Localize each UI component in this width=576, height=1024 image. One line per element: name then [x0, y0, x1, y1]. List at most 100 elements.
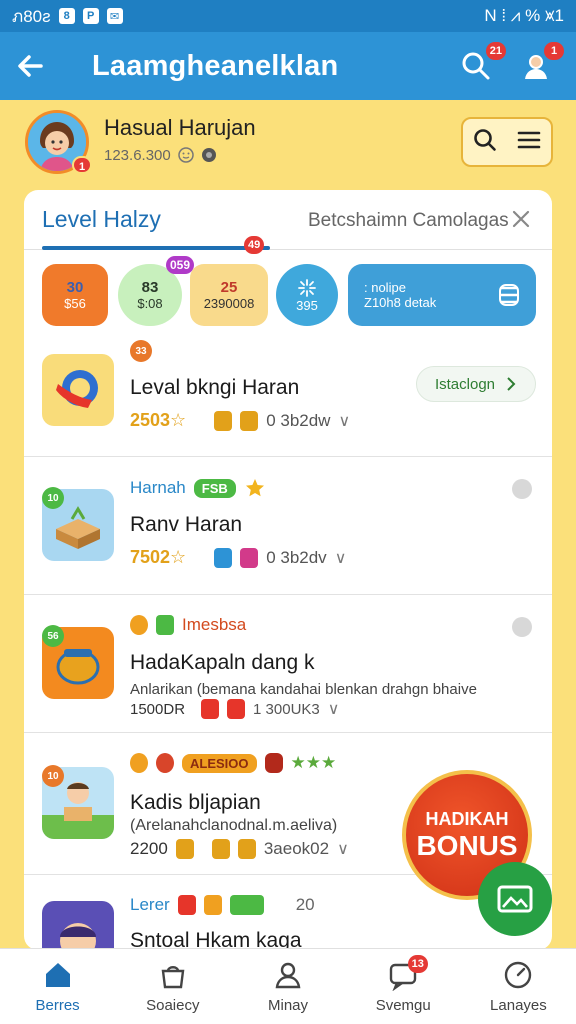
- tab-close-button[interactable]: [510, 208, 532, 235]
- list-item-1[interactable]: 33 Leval bkngi Haran 2503☆ 0 3b2dw ∨ Ist…: [24, 340, 552, 456]
- chip-details[interactable]: : nolipe Z10h8 detak: [348, 264, 536, 326]
- search-badge: 21: [485, 42, 506, 60]
- photo-fab-button[interactable]: [478, 862, 552, 936]
- list-item-1-title: Leval bkngi Haran: [130, 376, 300, 399]
- chip-1-value: 30: [66, 279, 84, 296]
- nav-home-label: Berres: [35, 997, 80, 1014]
- bottom-nav: Berres Soaiecy Minay 13 Svemgu Lanayes: [0, 948, 576, 1024]
- status-mail-icon: ✉: [106, 8, 123, 24]
- chip-3[interactable]: 25 2390008: [190, 264, 268, 326]
- status-bar: ภ80ƨ 8 P ✉ N ⁞ ⩘ % ⩙1: [0, 0, 576, 32]
- bonus-line-2: BONUS: [416, 829, 518, 861]
- list-item-1-thumb: [42, 354, 114, 426]
- tab-underline: [42, 246, 270, 250]
- tab-bar: Level Halzy 49 Betcshaimn Camolagas: [24, 190, 552, 254]
- profile-badge: 1: [544, 42, 564, 60]
- chevron-down-icon[interactable]: ∨: [335, 548, 347, 568]
- list-item-1-score: 2503☆: [130, 410, 187, 430]
- profile-name: Hasual Harujan: [104, 115, 256, 140]
- nav-messages[interactable]: 13 Svemgu: [346, 949, 461, 1024]
- tag-icon: [177, 895, 196, 915]
- page-title: Laamgheanelklan: [92, 49, 339, 82]
- nav-stats-label: Lanayes: [490, 997, 547, 1014]
- list-item-3-badge: 56: [42, 625, 64, 647]
- profile-search-button[interactable]: [472, 127, 498, 158]
- tag-icon: [227, 699, 246, 719]
- search-icon: [474, 128, 496, 151]
- list-item-3[interactable]: 56 Imesbsa HadaKapaln dang k Anlarikan (…: [24, 594, 552, 732]
- list-item-2-radio[interactable]: [512, 479, 532, 499]
- list-item-3-description: Anlarikan (bemana kandahai blenkan drahg…: [130, 681, 477, 698]
- list-item-2-score: 7502☆: [130, 547, 187, 567]
- bonus-line-1: HADIKAH: [425, 808, 509, 829]
- chip-3-sub: 2390008: [203, 296, 255, 311]
- search-button[interactable]: 21: [458, 42, 506, 84]
- app-bar: Laamgheanelklan 21 1: [0, 32, 576, 100]
- jar-icon: [264, 753, 283, 773]
- sparkle-icon: [298, 278, 316, 297]
- list-item-1-badge: 33: [130, 340, 152, 362]
- star-icon: [245, 479, 264, 497]
- list-item-4-description: (Arelanahclanodnal.m.aeliva): [130, 817, 338, 834]
- list-item-4-pill: ALESIOO: [182, 753, 257, 773]
- tab-campaigns[interactable]: Betcshaimn Camolagas: [308, 210, 509, 232]
- nav-stats[interactable]: Lanayes: [461, 949, 576, 1024]
- chip-1[interactable]: 30 $56: [42, 264, 108, 326]
- chevron-down-icon[interactable]: ∨: [337, 839, 349, 859]
- list-item-2-badge: 10: [42, 487, 64, 509]
- smile-icon: [177, 147, 194, 163]
- tab-level[interactable]: Level Halzy: [42, 206, 161, 233]
- chevron-right-icon: [507, 377, 516, 391]
- status-time: ภ80ƨ: [12, 6, 51, 26]
- list-item-3-radio[interactable]: [512, 617, 532, 637]
- trophy-icon: [240, 410, 259, 431]
- bag-icon: [161, 966, 185, 989]
- list-item-1-action-label: Istaclogn: [434, 375, 496, 393]
- profile-tools: [461, 117, 553, 167]
- tab-badge: 49: [244, 236, 265, 254]
- nav-home[interactable]: Berres: [0, 949, 115, 1024]
- medal-icon: [130, 615, 148, 635]
- trophy-icon: [211, 839, 230, 859]
- rating-stars-icon: ★★★: [290, 753, 337, 772]
- trophy-icon: [237, 839, 256, 859]
- status-parking-icon: P: [82, 8, 99, 24]
- gift-icon: [240, 547, 259, 568]
- star-icon: [203, 895, 222, 915]
- chip-2-value: 83: [141, 279, 159, 296]
- list-item-4-badge: 10: [42, 765, 64, 787]
- list-item-1-stat: 0 3b2dw: [266, 410, 331, 430]
- list-item-3-score: 1500DR: [130, 700, 186, 718]
- list-item-3-title: HadaKapaln dang k: [130, 651, 315, 674]
- list-item-3-tag: Imesbsa: [182, 615, 247, 634]
- chevron-down-icon[interactable]: ∨: [338, 411, 350, 431]
- coin-icon: [201, 148, 216, 162]
- nav-money[interactable]: Minay: [230, 949, 345, 1024]
- nav-money-label: Minay: [268, 997, 309, 1014]
- list-item-1-action-button[interactable]: Istaclogn: [416, 366, 536, 402]
- back-button[interactable]: [0, 50, 60, 82]
- chip-4[interactable]: 395: [276, 264, 338, 326]
- chip-2-badge: 059: [166, 256, 195, 274]
- close-icon: [512, 210, 530, 228]
- menu-button[interactable]: [516, 127, 542, 158]
- nav-society-label: Soaiecy: [146, 997, 200, 1014]
- nav-society[interactable]: Soaiecy: [115, 949, 230, 1024]
- list-item-4-title: Kadis bljapian: [130, 791, 261, 814]
- list-item-4-score: 2200: [130, 839, 168, 858]
- chip-4-sub: 395: [296, 297, 318, 313]
- trophy-icon: [175, 839, 194, 859]
- status-notification-icon: 8: [58, 8, 75, 24]
- game-icon: [56, 370, 98, 408]
- medal-icon: [130, 753, 148, 773]
- list-item-5-tag: Lerer: [130, 895, 170, 914]
- chip-1-sub: $56: [64, 296, 86, 311]
- profile-button[interactable]: 1: [518, 42, 564, 84]
- tag-icon: [201, 699, 220, 719]
- home-icon: [45, 963, 70, 987]
- back-arrow-icon: [18, 55, 43, 77]
- list-item-2-title: Ranv Haran: [130, 513, 243, 536]
- chevron-down-icon[interactable]: ∨: [328, 699, 340, 719]
- chip-3-value: 25: [220, 279, 238, 296]
- list-item-2[interactable]: 10 Harnah FSB Ranv Haran 7502☆ 0 3b2dv ∨: [24, 456, 552, 594]
